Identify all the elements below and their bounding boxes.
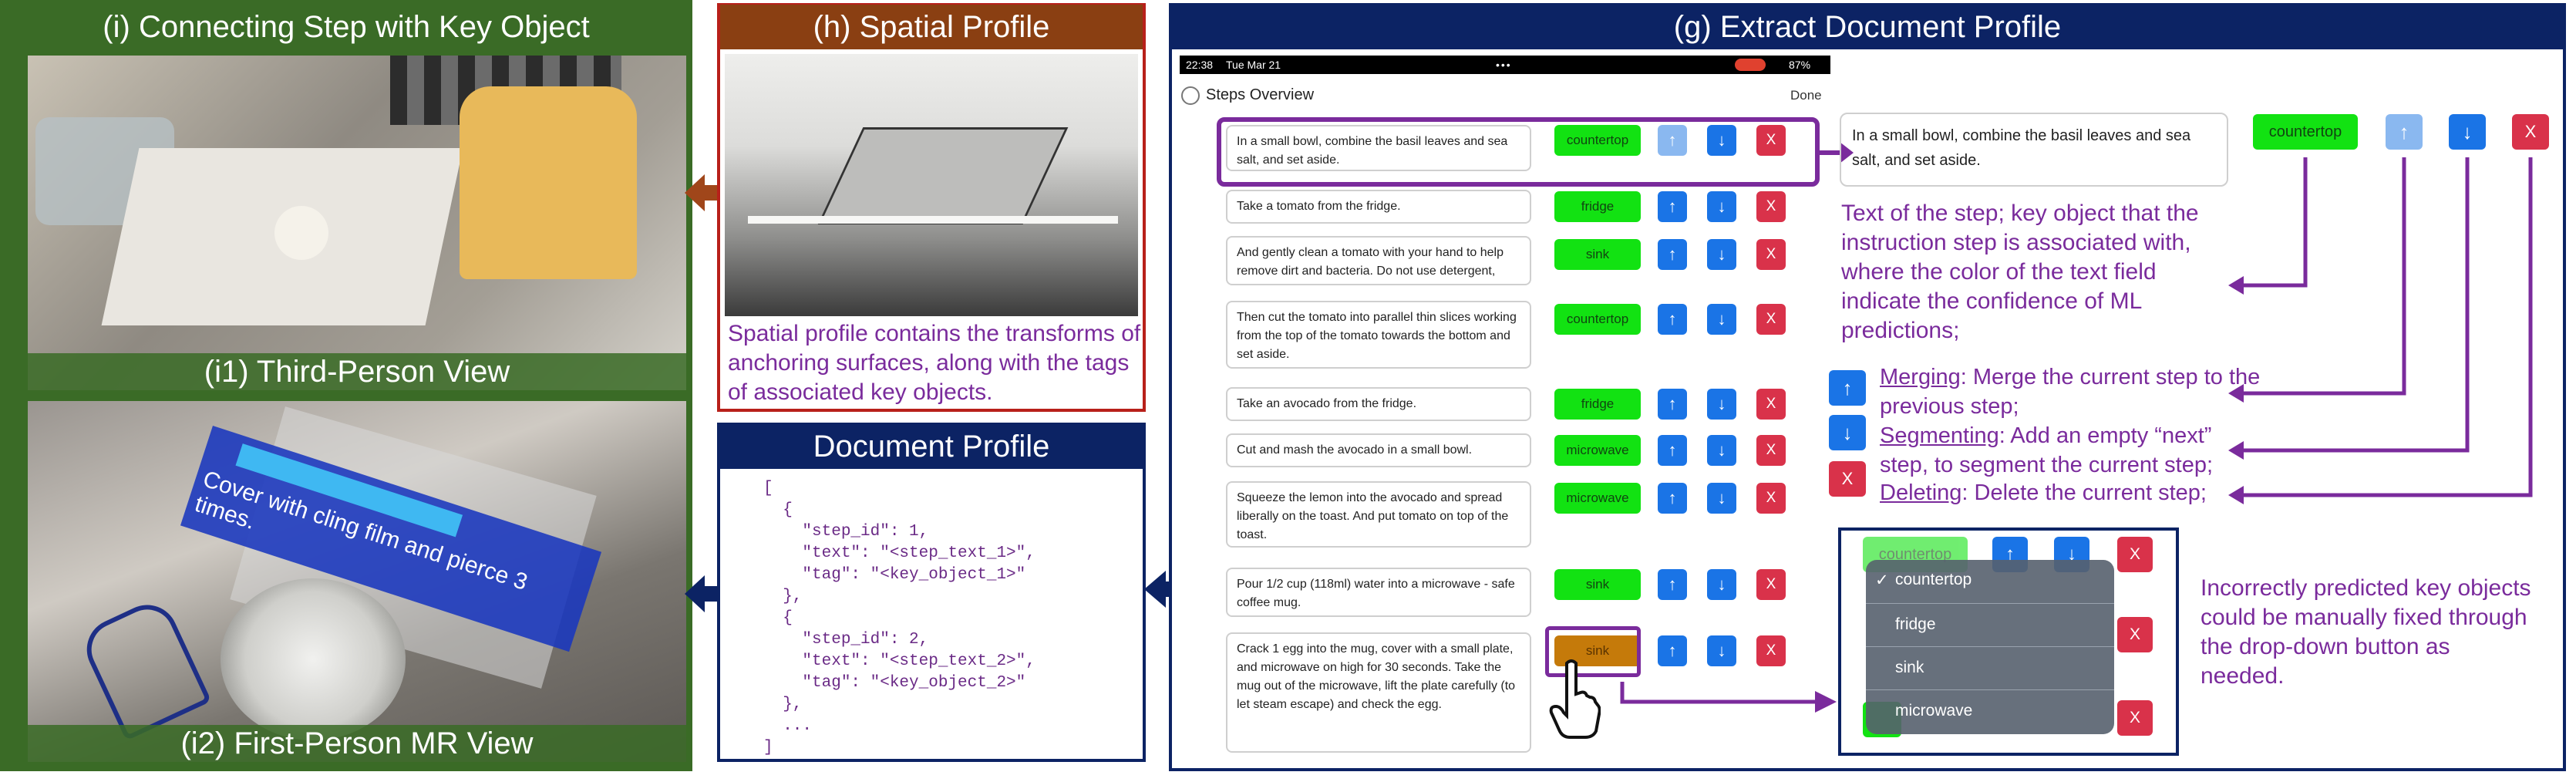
deleting-description: Deleting: Delete the current step; [1880,478,2265,507]
arrow-right-icon [1620,682,1837,713]
delete-button[interactable]: X [1756,239,1786,270]
step-text-7[interactable]: Squeeze the lemon into the avocado and s… [1226,481,1531,548]
segment-button[interactable]: ↓ [1707,569,1736,600]
key-object-tag-8[interactable]: sink [1554,569,1641,600]
zoom-step-text: In a small bowl, combine the basil leave… [1840,113,2228,187]
legend-delete-button: X [1829,461,1866,497]
status-dots: ••• [1496,59,1512,71]
key-object-tag-6[interactable]: microwave [1554,435,1641,466]
delete-button[interactable]: X [1756,483,1786,514]
dropdown-option-countertop[interactable]: ✓ countertop [1866,560,2114,604]
avatar-icon[interactable] [1181,86,1200,105]
checkmark-icon: ✓ [1875,571,1889,589]
spatial-profile-photo [725,54,1138,316]
key-object-tag-3[interactable]: sink [1554,239,1641,270]
merging-term: Merging [1880,365,1961,389]
step-text-8[interactable]: Pour 1/2 cup (118ml) water into a microw… [1226,568,1531,617]
delete-button[interactable]: X [2117,700,2153,736]
delete-button[interactable]: X [1756,435,1786,466]
third-person-caption: (i1) Third-Person View [204,355,510,389]
merge-button[interactable]: ↑ [1658,569,1687,600]
segment-button[interactable]: ↓ [1707,483,1736,514]
status-date: Tue Mar 21 [1226,59,1281,71]
segmenting-term: Segmenting [1880,423,1999,448]
key-object-tag-7[interactable]: microwave [1554,483,1641,514]
dropdown-option-fridge[interactable]: fridge [1866,603,2114,647]
step-text-9[interactable]: Crack 1 egg into the mug, cover with a s… [1226,632,1531,753]
segment-button[interactable]: ↓ [1707,389,1736,420]
merge-button[interactable]: ↑ [1658,435,1687,466]
step-text-5[interactable]: Take an avocado from the fridge. [1226,387,1531,421]
recording-indicator [1735,59,1766,71]
dropdown-option-microwave[interactable]: microwave [1866,689,2114,733]
merge-button[interactable]: ↑ [1658,635,1687,666]
legend-segment-button: ↓ [1829,415,1866,450]
merge-button[interactable]: ↑ [1658,483,1687,514]
panel-g-title: (g) Extract Document Profile [1172,5,2563,49]
key-object-tag-4[interactable]: countertop [1554,304,1641,335]
zoom-key-object-tag: countertop [2253,114,2358,150]
step-text-description: Text of the step; key object that the in… [1841,201,2199,343]
dropdown-menu: ✓ countertop fridge sink microwave [1866,560,2114,734]
legend-merge-button: ↑ [1829,370,1866,406]
merging-description: Merging: Merge the current step to the p… [1880,362,2265,421]
bowl [221,578,406,740]
step-text-2[interactable]: Take a tomato from the fridge. [1226,190,1531,224]
deleting-term: Deleting [1880,480,1962,505]
segment-button[interactable]: ↓ [1707,435,1736,466]
steps-overview-title: Steps Overview [1206,86,1315,103]
delete-button[interactable]: X [1756,191,1786,222]
dropdown-option-sink[interactable]: sink [1866,646,2114,690]
first-person-mr-photo: Cover with cling film and pierce 3 times… [28,401,686,762]
segment-button[interactable]: ↓ [1707,239,1736,270]
panel-h-title: (h) Spatial Profile [720,5,1143,49]
panel-i-title: (i) Connecting Step with Key Object [103,10,590,44]
step-text-3[interactable]: And gently clean a tomato with your hand… [1226,236,1531,285]
step-text-4[interactable]: Then cut the tomato into parallel thin s… [1226,301,1531,369]
document-profile-title: Document Profile [720,424,1143,469]
status-battery: 87% [1789,59,1811,71]
third-person-photo [28,56,686,390]
delete-button[interactable]: X [1756,304,1786,335]
merge-button[interactable]: ↑ [1658,239,1687,270]
segment-button[interactable]: ↓ [1707,191,1736,222]
status-time: 22:38 [1186,59,1214,71]
counter-edge [748,216,1118,224]
dropdown-option-label: countertop [1895,571,1972,588]
person-shirt [460,86,637,279]
dropdown-option-label: fridge [1895,615,1936,633]
delete-button[interactable]: X [1756,635,1786,666]
dropdown-description: Incorrectly predicted key objects could … [2201,575,2531,689]
delete-button[interactable]: X [1756,569,1786,600]
cup [274,206,328,260]
spatial-profile-description: Spatial profile contains the transforms … [728,321,1141,405]
pointer-hand-icon [1549,659,1601,739]
connector-lines [2228,157,2533,504]
segmenting-description: Segmenting: Add an empty “next” step, to… [1880,421,2265,480]
done-button[interactable]: Done [1790,88,1822,103]
zoom-merge-button: ↑ [2386,114,2423,150]
segment-button[interactable]: ↓ [1707,635,1736,666]
segment-button[interactable]: ↓ [1707,304,1736,335]
merge-button[interactable]: ↑ [1658,191,1687,222]
key-object-tag-2[interactable]: fridge [1554,191,1641,222]
dropdown-option-label: microwave [1895,702,1973,720]
status-bar: 22:38 Tue Mar 21 ••• 87% [1180,56,1830,74]
step-highlight-box [1217,117,1820,187]
deleting-text: : Delete the current step; [1961,480,2207,505]
dropdown-option-label: sink [1895,659,1924,676]
key-object-tag-5[interactable]: fridge [1554,389,1641,420]
anchoring-surface [817,127,1069,224]
delete-button[interactable]: X [1756,389,1786,420]
step-text-6[interactable]: Cut and mash the avocado in a small bowl… [1226,433,1531,467]
hand-tracking-mesh [76,595,212,741]
zoom-segment-button: ↓ [2449,114,2486,150]
merge-button[interactable]: ↑ [1658,389,1687,420]
delete-button[interactable]: X [2117,617,2153,652]
document-profile-json: [ { "step_id": 1, "text": "<step_text_1>… [763,480,1035,757]
first-person-caption: (i2) First-Person MR View [180,726,534,760]
zoom-delete-button: X [2512,114,2549,150]
merge-button[interactable]: ↑ [1658,304,1687,335]
dropdown-delete-button[interactable]: X [2117,537,2153,572]
